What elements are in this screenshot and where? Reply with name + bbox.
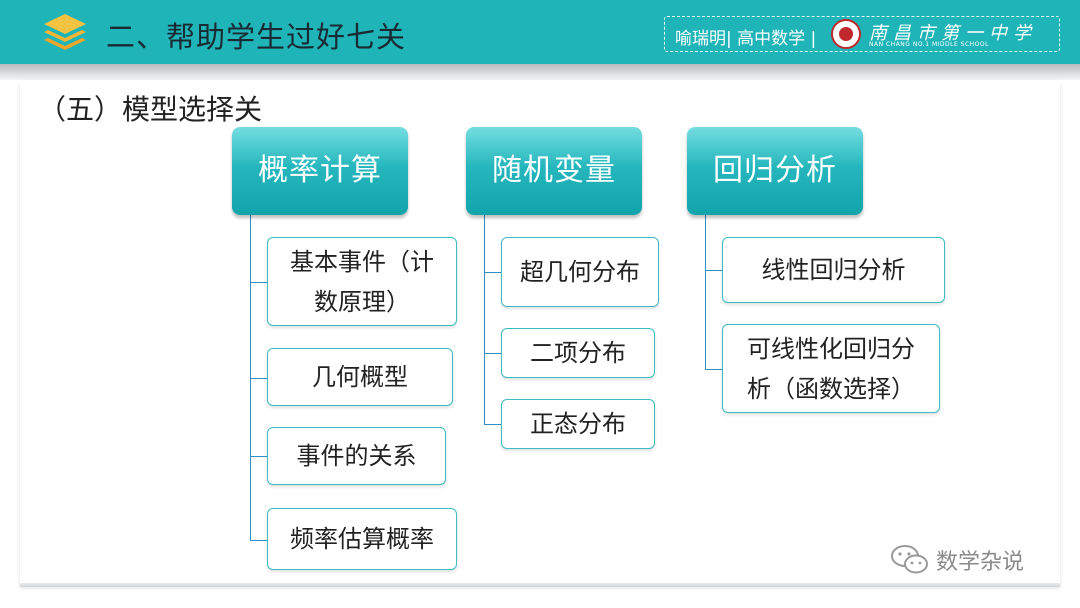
category-random-variable: 随机变量 — [466, 127, 642, 215]
item-linearizable-regression-label: 可线性化回归分 析（函数选择） — [747, 334, 915, 403]
wechat-icon — [891, 545, 928, 574]
item-event-relations: 事件的关系 — [267, 427, 446, 485]
connector-branch — [250, 456, 268, 457]
footer-watermark: 数学杂说 — [936, 550, 1025, 575]
connector-trunk — [484, 215, 485, 424]
item-linearizable-regression: 可线性化回归分 析（函数选择） — [722, 324, 940, 413]
header-bar: 二、帮助学生过好七关 喻瑞明| 高中数学 | 南昌市第一中学 NAN CHANG… — [0, 0, 1080, 64]
layers-icon — [44, 14, 86, 50]
connector-branch — [484, 272, 502, 273]
connector-branch — [250, 378, 268, 379]
connector-branch — [484, 424, 502, 425]
connector-branch — [250, 540, 268, 541]
item-basic-event: 基本事件（计 数原理） — [267, 237, 457, 326]
panel-bottom-rule — [20, 583, 1060, 587]
brand-box: 喻瑞明| 高中数学 | 南昌市第一中学 NAN CHANG NO.1 MIDDL… — [664, 16, 1060, 52]
item-normal: 正态分布 — [501, 399, 655, 449]
school-logo-icon — [831, 19, 861, 49]
school-subtitle: NAN CHANG NO.1 MIDDLE SCHOOL — [869, 41, 989, 48]
header-shadow — [0, 64, 1080, 80]
item-hypergeometric: 超几何分布 — [501, 237, 659, 307]
item-geometric-probability: 几何概型 — [267, 348, 453, 406]
item-basic-event-label: 基本事件（计 数原理） — [290, 247, 434, 316]
connector-branch — [484, 353, 502, 354]
brand-text: 喻瑞明| 高中数学 | — [675, 29, 817, 49]
connector-branch — [705, 270, 723, 271]
connector-trunk — [705, 215, 706, 369]
section-title: （五）模型选择关 — [38, 93, 263, 126]
connector-branch — [250, 282, 268, 283]
item-linear-regression: 线性回归分析 — [722, 237, 945, 303]
connector-branch — [705, 369, 723, 370]
category-regression: 回归分析 — [687, 127, 863, 215]
header-title: 二、帮助学生过好七关 — [106, 20, 407, 54]
item-frequency-estimate: 频率估算概率 — [267, 508, 457, 570]
category-probability: 概率计算 — [232, 127, 408, 215]
item-binomial: 二项分布 — [501, 328, 655, 378]
